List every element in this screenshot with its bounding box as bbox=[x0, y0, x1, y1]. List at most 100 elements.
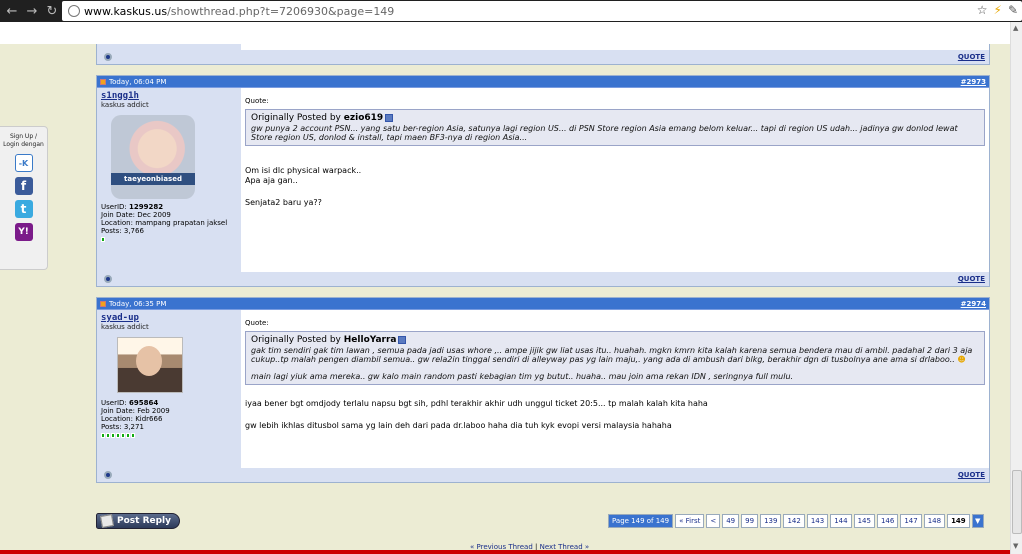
facebook-login-icon[interactable]: f bbox=[14, 177, 33, 195]
current-page: 149 bbox=[947, 514, 970, 528]
post-header: Today, 06:04 PM #2973 bbox=[97, 76, 989, 88]
scroll-down-icon[interactable]: ▼ bbox=[1013, 542, 1018, 550]
back-icon[interactable]: ← bbox=[4, 4, 20, 19]
post-text-line: Senjata2 baru ya?? bbox=[245, 198, 322, 207]
userid: 1299282 bbox=[129, 203, 164, 211]
prev-page-link[interactable]: < bbox=[706, 514, 721, 528]
page-link[interactable]: 139 bbox=[760, 514, 782, 528]
url-host: www.kaskus.us bbox=[84, 4, 168, 18]
kaskus-login-icon[interactable]: -K bbox=[14, 154, 33, 172]
quote-by-prefix: Originally Posted by bbox=[251, 113, 341, 123]
page-link[interactable]: 147 bbox=[900, 514, 922, 528]
view-post-icon[interactable] bbox=[398, 335, 407, 344]
post-text-line: gw lebih ikhlas ditusbol sama yg lain de… bbox=[245, 421, 672, 430]
extension-icon[interactable]: ⚡ bbox=[994, 3, 1002, 17]
smiley-icon: ☻ bbox=[957, 355, 966, 364]
page-link[interactable]: 145 bbox=[853, 514, 875, 528]
user-details: UserID: 695864 Join Date: Feb 2009 Locat… bbox=[101, 399, 237, 439]
page-link[interactable]: 146 bbox=[876, 514, 899, 528]
pagination: Page 149 of 149 « First < 49 99 139 142 … bbox=[608, 514, 984, 528]
wrench-icon[interactable]: ✎ bbox=[1008, 3, 1018, 17]
thread-content: QUOTE Today, 06:04 PM #2973 s1ngg1h kask… bbox=[96, 44, 990, 483]
post-count: Posts: 3,271 bbox=[101, 423, 144, 431]
location: Location: Kidr666 bbox=[101, 415, 163, 423]
browser-toolbar: ← → ↻ www.kaskus.us /showthread.php?t=72… bbox=[0, 0, 1022, 22]
page-link[interactable]: 148 bbox=[923, 514, 946, 528]
post-icon bbox=[100, 300, 106, 307]
online-status-icon bbox=[104, 53, 112, 61]
bookmark-star-icon[interactable]: ☆ bbox=[977, 3, 988, 17]
quote-text: gw punya 2 account PSN... yang satu ber-… bbox=[251, 124, 958, 142]
post-number-link[interactable]: #2974 bbox=[961, 300, 986, 308]
post-number-link[interactable]: #2973 bbox=[961, 78, 986, 86]
reputation bbox=[101, 431, 237, 439]
page-link[interactable]: 49 bbox=[722, 514, 740, 528]
post-message: Quote: Originally Posted by HelloYarra g… bbox=[241, 310, 989, 468]
vertical-scrollbar[interactable]: ▲ ▼ bbox=[1010, 22, 1022, 554]
post-reply-button[interactable]: Post Reply bbox=[96, 513, 180, 529]
post-header: Today, 06:35 PM #2974 bbox=[97, 298, 989, 310]
post-icon bbox=[100, 78, 106, 85]
user-title: kaskus addict bbox=[101, 101, 149, 109]
twitter-login-icon[interactable]: t bbox=[14, 200, 33, 218]
post-reply-label: Post Reply bbox=[117, 516, 171, 526]
quote-by-prefix: Originally Posted by bbox=[251, 335, 341, 345]
post-text-line: Om isi dlc physical warpack.. bbox=[245, 166, 362, 175]
page-link[interactable]: 144 bbox=[830, 514, 852, 528]
online-status-icon bbox=[104, 471, 112, 479]
yahoo-login-icon[interactable]: Y! bbox=[14, 223, 33, 241]
user-info: syad-up kaskus addict UserID: 695864 Joi… bbox=[97, 310, 241, 468]
address-bar[interactable]: www.kaskus.us /showthread.php?t=7206930&… bbox=[62, 1, 1022, 21]
post: Today, 06:35 PM #2974 syad-up kaskus add… bbox=[96, 297, 990, 483]
location: Location: mampang prapatan jaksel bbox=[101, 219, 228, 227]
reputation bbox=[101, 235, 237, 243]
scroll-up-icon[interactable]: ▲ bbox=[1013, 24, 1018, 32]
avatar[interactable]: taeyeonbiased bbox=[111, 115, 195, 199]
forward-icon[interactable]: → bbox=[24, 4, 40, 19]
quote-button[interactable]: QUOTE bbox=[958, 471, 985, 479]
page-link[interactable]: 99 bbox=[741, 514, 759, 528]
bottom-strip bbox=[0, 550, 1010, 554]
post-date: Today, 06:35 PM bbox=[109, 299, 167, 308]
userid-label: UserID: bbox=[101, 399, 127, 407]
post-text-line: Apa aja gan.. bbox=[245, 176, 298, 185]
share-label-2: Login dengan bbox=[3, 141, 44, 148]
userid-label: UserID: bbox=[101, 203, 127, 211]
quote-header: Quote: bbox=[245, 319, 269, 327]
username-link[interactable]: s1ngg1h bbox=[101, 91, 237, 101]
online-status-icon bbox=[104, 275, 112, 283]
post-count: Posts: 3,766 bbox=[101, 227, 144, 235]
url-path: /showthread.php?t=7206930&page=149 bbox=[167, 4, 395, 18]
page-link[interactable]: 143 bbox=[806, 514, 829, 528]
social-login-box: Sign Up / Login dengan -K f t Y! bbox=[0, 126, 48, 270]
view-post-icon[interactable] bbox=[385, 113, 394, 122]
quote-block: Originally Posted by HelloYarra gak tim … bbox=[245, 331, 985, 385]
page-link[interactable]: 142 bbox=[783, 514, 805, 528]
reload-icon[interactable]: ↻ bbox=[44, 4, 60, 19]
share-label-1: Sign Up / bbox=[9, 133, 38, 140]
post-date: Today, 06:04 PM bbox=[109, 77, 167, 86]
page-info-icon[interactable] bbox=[68, 5, 80, 17]
username-link[interactable]: syad-up bbox=[101, 313, 237, 323]
first-page-link[interactable]: « First bbox=[675, 514, 705, 528]
user-details: UserID: 1299282 Join Date: Dec 2009 Loca… bbox=[101, 203, 237, 243]
post-message: Quote: Originally Posted by ezio619 gw p… bbox=[241, 88, 989, 272]
page-top-strip bbox=[0, 22, 1010, 44]
post: Today, 06:04 PM #2973 s1ngg1h kaskus add… bbox=[96, 75, 990, 287]
quote-block: Originally Posted by ezio619 gw punya 2 … bbox=[245, 109, 985, 146]
avatar[interactable] bbox=[117, 337, 183, 393]
quote-text: main lagi yiuk ama mereka.. gw kalo main… bbox=[251, 372, 794, 381]
quote-author: ezio619 bbox=[343, 113, 384, 123]
quote-button[interactable]: QUOTE bbox=[958, 53, 985, 61]
pen-icon bbox=[100, 514, 114, 528]
quote-button[interactable]: QUOTE bbox=[958, 275, 985, 283]
user-info: s1ngg1h kaskus addict taeyeonbiased User… bbox=[97, 88, 241, 272]
page-jump-dropdown-icon[interactable]: ▼ bbox=[971, 514, 984, 528]
scrollbar-thumb[interactable] bbox=[1012, 470, 1022, 534]
previous-post-tail: QUOTE bbox=[96, 44, 990, 65]
quote-header: Quote: bbox=[245, 97, 269, 105]
user-title: kaskus addict bbox=[101, 323, 149, 331]
avatar-caption: taeyeonbiased bbox=[111, 173, 195, 185]
post-text-line: iyaa bener bgt omdjody terlalu napsu bgt… bbox=[245, 399, 708, 408]
join-date: Join Date: Feb 2009 bbox=[101, 407, 170, 415]
